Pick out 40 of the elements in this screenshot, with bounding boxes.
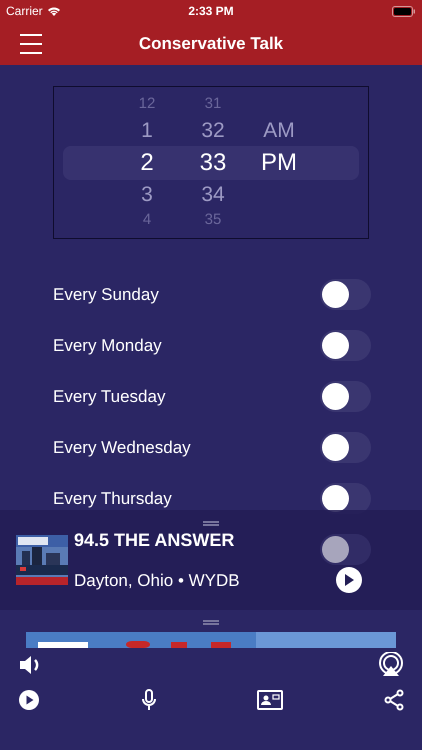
picker-value[interactable]: AM: [263, 114, 295, 146]
picker-value[interactable]: 1: [141, 114, 153, 146]
toggle-switch[interactable]: [320, 381, 371, 412]
day-label: Every Tuesday: [53, 386, 166, 408]
time-picker[interactable]: 12 1 2 3 4 31 32 33 34 35 AM PM: [53, 86, 369, 239]
picker-value[interactable]: 2: [140, 144, 154, 180]
picker-value[interactable]: 33: [200, 144, 226, 180]
drag-handle[interactable]: [203, 521, 219, 526]
clock-label: 2:33 PM: [188, 3, 234, 20]
picker-value[interactable]: 34: [201, 178, 225, 210]
toggle-switch[interactable]: [320, 432, 371, 463]
station-subtitle: Dayton, Ohio • WYDB: [74, 570, 241, 592]
microphone-icon[interactable]: [140, 689, 157, 711]
picker-value[interactable]: PM: [261, 144, 297, 180]
picker-value[interactable]: 12: [138, 93, 156, 116]
day-label: Every Wednesday: [53, 436, 191, 459]
picker-value[interactable]: 4: [142, 209, 152, 232]
play-icon[interactable]: [18, 689, 40, 711]
picker-value[interactable]: 31: [204, 93, 222, 116]
drag-handle[interactable]: [203, 620, 219, 625]
picker-value[interactable]: 3: [141, 178, 153, 210]
play-icon: [344, 574, 354, 586]
day-label: Every Sunday: [53, 284, 159, 306]
day-label: Every Thursday: [53, 488, 172, 510]
page-title: Conservative Talk: [138, 32, 284, 55]
share-icon[interactable]: [384, 689, 404, 711]
day-label: Every Monday: [53, 334, 162, 357]
wifi-icon: [46, 6, 61, 16]
picker-value[interactable]: 35: [204, 209, 222, 232]
battery-icon: [392, 6, 416, 16]
contact-card-icon[interactable]: [257, 690, 284, 710]
station-name: 94.5 THE ANSWER: [74, 528, 236, 552]
picker-value[interactable]: 32: [201, 114, 225, 146]
play-button[interactable]: [336, 567, 362, 593]
toggle-switch[interactable]: [320, 330, 371, 361]
menu-button[interactable]: [20, 34, 42, 54]
toggle-switch[interactable]: [320, 279, 371, 310]
mini-player[interactable]: 94.5 THE ANSWER Dayton, Ohio • WYDB: [0, 510, 422, 610]
carrier-label: Carrier: [6, 3, 43, 20]
airplay-icon[interactable]: [378, 652, 404, 678]
